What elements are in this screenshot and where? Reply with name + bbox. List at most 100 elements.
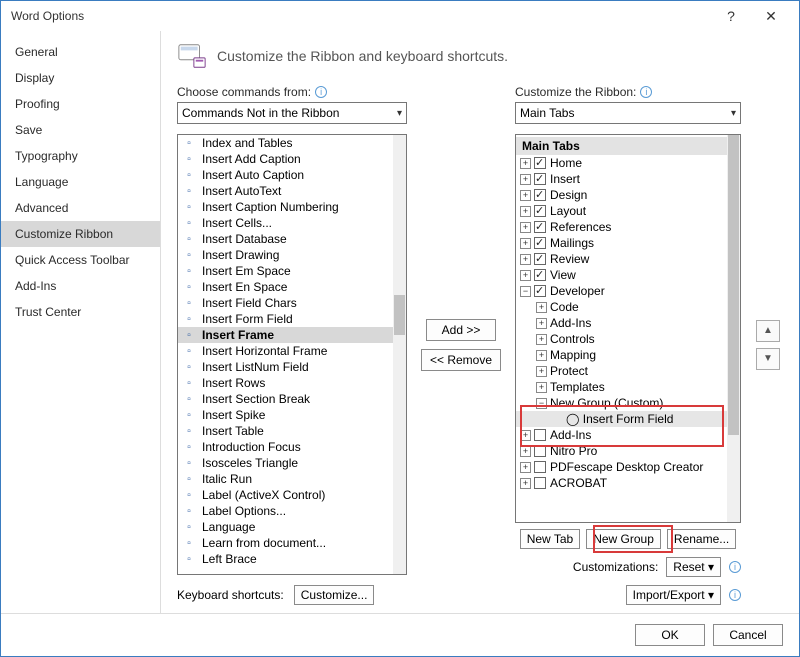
- expand-icon[interactable]: +: [520, 206, 531, 217]
- scrollbar[interactable]: [393, 135, 406, 574]
- expand-icon[interactable]: +: [520, 462, 531, 473]
- commands-listbox[interactable]: ▫Index and Tables▫Insert Add Caption▫Ins…: [177, 134, 407, 575]
- ok-button[interactable]: OK: [635, 624, 705, 646]
- sidebar-item-save[interactable]: Save: [1, 117, 160, 143]
- sidebar-item-language[interactable]: Language: [1, 169, 160, 195]
- sidebar-item-add-ins[interactable]: Add-Ins: [1, 273, 160, 299]
- reset-button[interactable]: Reset ▾: [666, 557, 721, 577]
- expand-icon[interactable]: +: [536, 302, 547, 313]
- command-item[interactable]: ▫Insert ListNum Field: [178, 359, 393, 375]
- command-item[interactable]: ▫Insert Auto Caption: [178, 167, 393, 183]
- command-item[interactable]: ▫Insert AutoText: [178, 183, 393, 199]
- command-item[interactable]: ▫Index and Tables: [178, 135, 393, 151]
- sidebar-item-quick-access-toolbar[interactable]: Quick Access Toolbar: [1, 247, 160, 273]
- sidebar-item-advanced[interactable]: Advanced: [1, 195, 160, 221]
- tree-node[interactable]: +Protect: [516, 363, 727, 379]
- tree-node[interactable]: +ACROBAT: [516, 475, 727, 491]
- command-item[interactable]: ▫Label Options...: [178, 503, 393, 519]
- ribbon-tabs-combo[interactable]: Main Tabs ▾: [515, 102, 741, 124]
- tree-node[interactable]: +Design: [516, 187, 727, 203]
- ribbon-tree[interactable]: Main Tabs+Home+Insert+Design+Layout+Refe…: [515, 134, 741, 523]
- command-item[interactable]: ▫Insert Horizontal Frame: [178, 343, 393, 359]
- info-icon[interactable]: i: [729, 589, 741, 601]
- sidebar-item-proofing[interactable]: Proofing: [1, 91, 160, 117]
- checkbox[interactable]: [534, 157, 546, 169]
- tree-node[interactable]: +PDFescape Desktop Creator: [516, 459, 727, 475]
- expand-icon[interactable]: +: [520, 254, 531, 265]
- expand-icon[interactable]: +: [536, 318, 547, 329]
- checkbox[interactable]: [534, 269, 546, 281]
- tree-node[interactable]: +Layout: [516, 203, 727, 219]
- sidebar-item-typography[interactable]: Typography: [1, 143, 160, 169]
- command-item[interactable]: ▫Insert Field Chars: [178, 295, 393, 311]
- tree-node[interactable]: +References: [516, 219, 727, 235]
- move-up-button[interactable]: ▲: [756, 320, 780, 342]
- sidebar-item-general[interactable]: General: [1, 39, 160, 65]
- commands-from-combo[interactable]: Commands Not in the Ribbon ▾: [177, 102, 407, 124]
- command-item[interactable]: ▫Insert Database: [178, 231, 393, 247]
- expand-icon[interactable]: +: [520, 158, 531, 169]
- cancel-button[interactable]: Cancel: [713, 624, 783, 646]
- scrollbar[interactable]: [727, 135, 740, 522]
- command-item[interactable]: ▫Learn from document...: [178, 535, 393, 551]
- expand-icon[interactable]: +: [536, 334, 547, 345]
- help-button[interactable]: ?: [711, 8, 751, 24]
- remove-button[interactable]: << Remove: [421, 349, 501, 371]
- command-item[interactable]: ▫Introduction Focus: [178, 439, 393, 455]
- info-icon[interactable]: i: [640, 86, 652, 98]
- rename-button[interactable]: Rename...: [667, 529, 736, 549]
- command-item[interactable]: ▫Insert Frame: [178, 327, 393, 343]
- checkbox[interactable]: [534, 221, 546, 233]
- info-icon[interactable]: i: [315, 86, 327, 98]
- tree-node[interactable]: ◯ Insert Form Field: [516, 411, 727, 427]
- expand-icon[interactable]: +: [520, 174, 531, 185]
- tree-node[interactable]: +Code: [516, 299, 727, 315]
- command-item[interactable]: ▫Insert Caption Numbering: [178, 199, 393, 215]
- command-item[interactable]: ▫Isosceles Triangle: [178, 455, 393, 471]
- tree-node[interactable]: +Mailings: [516, 235, 727, 251]
- checkbox[interactable]: [534, 173, 546, 185]
- command-item[interactable]: ▫Insert En Space: [178, 279, 393, 295]
- new-group-button[interactable]: New Group: [586, 529, 661, 549]
- checkbox[interactable]: [534, 189, 546, 201]
- tree-node[interactable]: +Mapping: [516, 347, 727, 363]
- tree-node[interactable]: +Controls: [516, 331, 727, 347]
- command-item[interactable]: ▫Label (ActiveX Control): [178, 487, 393, 503]
- expand-icon[interactable]: +: [520, 478, 531, 489]
- command-item[interactable]: ▫Insert Spike: [178, 407, 393, 423]
- tree-node[interactable]: +Add-Ins: [516, 427, 727, 443]
- move-down-button[interactable]: ▼: [756, 348, 780, 370]
- expand-icon[interactable]: +: [536, 350, 547, 361]
- expand-icon[interactable]: +: [520, 446, 531, 457]
- tree-node[interactable]: +Review: [516, 251, 727, 267]
- new-tab-button[interactable]: New Tab: [520, 529, 580, 549]
- sidebar-item-trust-center[interactable]: Trust Center: [1, 299, 160, 325]
- command-item[interactable]: ▫Italic Run: [178, 471, 393, 487]
- info-icon[interactable]: i: [729, 561, 741, 573]
- tree-node[interactable]: +Nitro Pro: [516, 443, 727, 459]
- command-item[interactable]: ▫Left Brace: [178, 551, 393, 567]
- command-item[interactable]: ▫Insert Table: [178, 423, 393, 439]
- close-button[interactable]: ✕: [751, 8, 791, 25]
- command-item[interactable]: ▫Insert Cells...: [178, 215, 393, 231]
- tree-node[interactable]: +Templates: [516, 379, 727, 395]
- command-item[interactable]: ▫Language: [178, 519, 393, 535]
- checkbox[interactable]: [534, 253, 546, 265]
- command-item[interactable]: ▫Insert Drawing: [178, 247, 393, 263]
- command-item[interactable]: ▫Insert Add Caption: [178, 151, 393, 167]
- command-item[interactable]: ▫Insert Rows: [178, 375, 393, 391]
- checkbox[interactable]: [534, 477, 546, 489]
- checkbox[interactable]: [534, 205, 546, 217]
- tree-node[interactable]: −New Group (Custom): [516, 395, 727, 411]
- expand-icon[interactable]: +: [520, 238, 531, 249]
- checkbox[interactable]: [534, 461, 546, 473]
- command-item[interactable]: ▫Insert Section Break: [178, 391, 393, 407]
- import-export-button[interactable]: Import/Export ▾: [626, 585, 721, 605]
- scroll-thumb[interactable]: [394, 295, 405, 335]
- scroll-thumb[interactable]: [728, 135, 739, 435]
- collapse-icon[interactable]: −: [536, 398, 547, 409]
- expand-icon[interactable]: +: [520, 222, 531, 233]
- checkbox[interactable]: [534, 237, 546, 249]
- tree-node[interactable]: +Add-Ins: [516, 315, 727, 331]
- tree-node[interactable]: −Developer: [516, 283, 727, 299]
